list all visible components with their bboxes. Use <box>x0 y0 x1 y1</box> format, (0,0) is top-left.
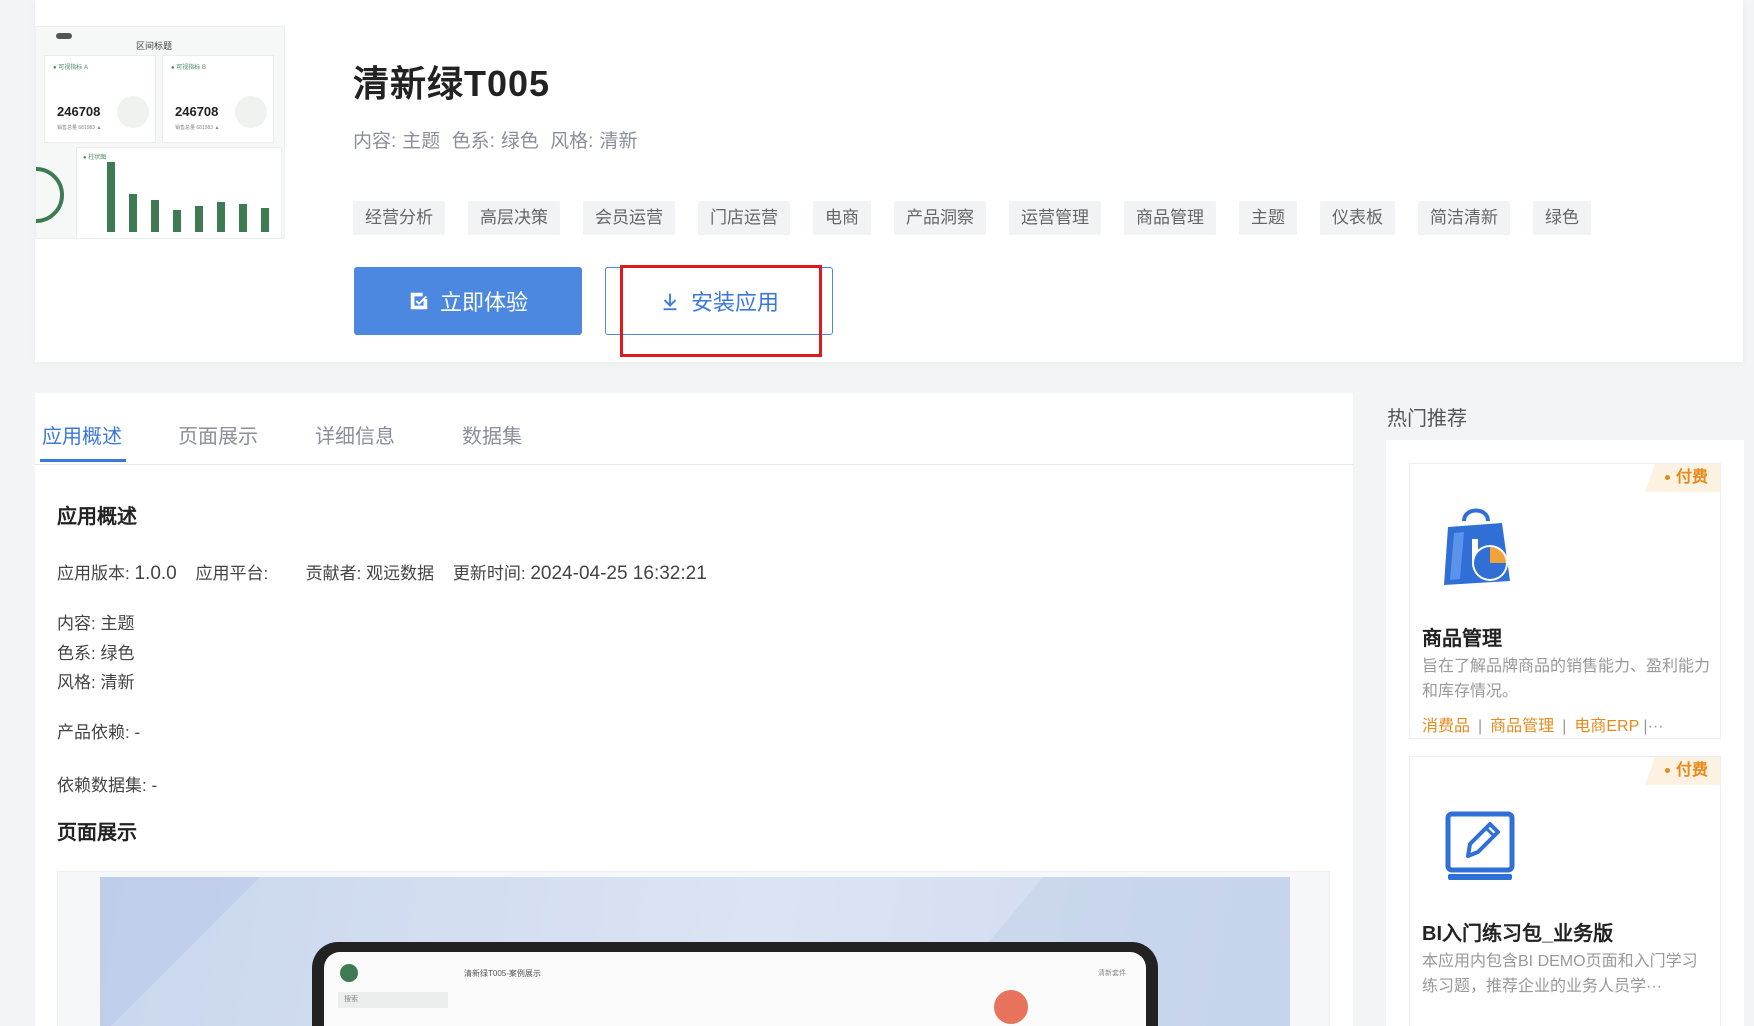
hot-recommend-heading: 热门推荐 <box>1387 408 1467 430</box>
recommend-tag[interactable]: 电商ERP <box>1574 718 1639 735</box>
tag[interactable]: 会员运营 <box>583 201 675 235</box>
meta-content-value: 主题 <box>402 131 441 152</box>
screen-title: 清新绿T005-案例展示 <box>464 969 541 978</box>
version-label: 应用版本: <box>57 564 130 583</box>
app-meta: 内容: 主题 色系: 绿色 风格: 清新 <box>353 126 643 153</box>
app-title: 清新绿T005 <box>353 63 551 104</box>
style-line: 风格: 清新 <box>57 673 135 692</box>
recommend-card[interactable]: 付费 商品管理 旨在了解品牌商品的销售能力、盈利能力和库存情况。 消费品 | 商品管… <box>1409 463 1721 739</box>
tag[interactable]: 产品洞察 <box>894 201 986 235</box>
app-thumbnail: 区间标题 ● 可视指标 A 246708 销售总量 681983 ▲ ● 可视指… <box>35 26 285 239</box>
thumbnail-bar <box>239 204 247 232</box>
contributor-label: 贡献者: <box>305 564 362 583</box>
thumbnail-donut <box>36 167 64 223</box>
thumbnail-logo <box>56 33 72 39</box>
preview-screen: 清新绿T005-案例展示 搜索 清新套件 <box>324 952 1146 1026</box>
tag[interactable]: 绿色 <box>1533 201 1591 235</box>
kpi-value: 246708 <box>57 104 101 119</box>
thumbnail-kpi-card: ● 可视指标 B 246708 销售总量 681983 ▲ <box>162 55 274 143</box>
screen-sun-decoration <box>994 990 1028 1024</box>
thumbnail-bar <box>217 202 225 232</box>
kpi-sub: 销售总量 681983 ▲ <box>175 125 220 131</box>
edit-pen-icon <box>1445 811 1515 880</box>
recommend-tag[interactable]: 消费品 <box>1422 718 1470 735</box>
kpi-label: ● 可视指标 A <box>53 65 88 71</box>
recommend-desc: 旨在了解品牌商品的销售能力、盈利能力和库存情况。 <box>1422 658 1711 700</box>
recommend-tag[interactable]: 商品管理 <box>1490 718 1554 735</box>
tag[interactable]: 门店运营 <box>698 201 790 235</box>
page-preview: 清新绿T005-案例展示 搜索 清新套件 <box>57 871 1330 1026</box>
meta-style-value: 清新 <box>599 131 638 152</box>
tag[interactable]: 仪表板 <box>1320 201 1395 235</box>
thumbnail-bar <box>129 194 137 232</box>
highlight-annotation <box>620 265 822 357</box>
tag[interactable]: 高层决策 <box>468 201 560 235</box>
meta-content-label: 内容: <box>353 131 397 152</box>
meta-color-label: 色系: <box>451 131 495 152</box>
more-tags: |··· <box>1643 718 1664 735</box>
thumbnail-bar-chart: ● 柱状图 <box>76 147 282 238</box>
tab-bar: 应用概述 页面展示 详细信息 数据集 <box>35 405 1353 465</box>
overview-heading: 应用概述 <box>57 506 137 528</box>
tag[interactable]: 商品管理 <box>1124 201 1216 235</box>
thumbnail-bar <box>107 162 115 232</box>
tag[interactable]: 运营管理 <box>1009 201 1101 235</box>
tab-page-display[interactable]: 页面展示 <box>178 420 258 449</box>
preview-background: 清新绿T005-案例展示 搜索 清新套件 <box>100 877 1290 1026</box>
tag-list: 经营分析 高层决策 会员运营 门店运营 电商 产品洞察 运营管理 商品管理 主题… <box>353 201 1614 235</box>
preview-shape <box>100 877 260 1026</box>
thumbnail-bar <box>261 208 269 232</box>
chart-label: ● 柱状图 <box>83 155 107 161</box>
app-header-card <box>35 0 1743 362</box>
thumbnail-kpi-card: ● 可视指标 A 246708 销售总量 681983 ▲ <box>44 55 156 143</box>
updated-label: 更新时间: <box>452 564 526 583</box>
thumbnail-bar <box>195 206 203 232</box>
tab-overview[interactable]: 应用概述 <box>42 420 122 449</box>
recommend-title: BI入门练习包_业务版 <box>1422 923 1614 945</box>
try-now-button[interactable]: 立即体验 <box>354 267 582 335</box>
kpi-decoration <box>235 96 267 128</box>
tag[interactable]: 简洁清新 <box>1418 201 1510 235</box>
kpi-sub: 销售总量 681983 ▲ <box>57 125 102 131</box>
thumbnail-bar <box>151 200 159 232</box>
content-line: 内容: 主题 <box>57 614 135 633</box>
paid-badge: 付费 <box>1644 757 1720 785</box>
platform-label: 应用平台: <box>195 564 269 583</box>
version-value: 1.0.0 <box>134 563 177 584</box>
preview-device-frame: 清新绿T005-案例展示 搜索 清新套件 <box>312 942 1158 1026</box>
tab-datasets[interactable]: 数据集 <box>462 420 522 449</box>
kpi-value: 246708 <box>175 104 219 119</box>
active-tab-indicator <box>40 459 126 462</box>
thumbnail-title: 区间标题 <box>136 41 173 51</box>
page-display-heading: 页面展示 <box>57 822 137 844</box>
screen-right-label: 清新套件 <box>1098 970 1126 977</box>
tab-details[interactable]: 详细信息 <box>315 420 395 449</box>
kpi-label: ● 可视指标 B <box>171 65 206 71</box>
dataset-dependency-line: 依赖数据集: - <box>57 776 158 795</box>
thumbnail-bar <box>173 210 181 232</box>
kpi-decoration <box>117 96 149 128</box>
tag[interactable]: 经营分析 <box>353 201 445 235</box>
shopping-bag-pie-icon <box>1444 508 1510 585</box>
tag[interactable]: 主题 <box>1239 201 1297 235</box>
screen-logo-icon <box>340 964 358 982</box>
tag[interactable]: 电商 <box>813 201 871 235</box>
recommend-title: 商品管理 <box>1422 628 1502 650</box>
meta-style-label: 风格: <box>550 131 594 152</box>
edit-checkbox-icon <box>410 292 428 310</box>
updated-value: 2024-04-25 16:32:21 <box>530 563 707 584</box>
recommend-tags: 消费品 | 商品管理 | 电商ERP |··· <box>1422 718 1664 735</box>
recommend-card[interactable]: 付费 BI入门练习包_业务版 本应用内包含BI DEMO页面和入门学习练习题，推… <box>1409 756 1721 1026</box>
color-line: 色系: 绿色 <box>57 644 135 663</box>
screen-search: 搜索 <box>338 992 448 1008</box>
paid-badge: 付费 <box>1644 464 1720 492</box>
meta-color-value: 绿色 <box>500 131 539 152</box>
version-info-line: 应用版本: 1.0.0 应用平台: 贡献者: 观远数据 更新时间: 2024-0… <box>57 559 707 585</box>
try-now-label: 立即体验 <box>439 290 528 315</box>
product-dependency-line: 产品依赖: - <box>57 723 141 742</box>
contributor-value: 观远数据 <box>366 564 435 583</box>
recommend-desc: 本应用内包含BI DEMO页面和入门学习练习题，推荐企业的业务人员学··· <box>1422 953 1698 995</box>
